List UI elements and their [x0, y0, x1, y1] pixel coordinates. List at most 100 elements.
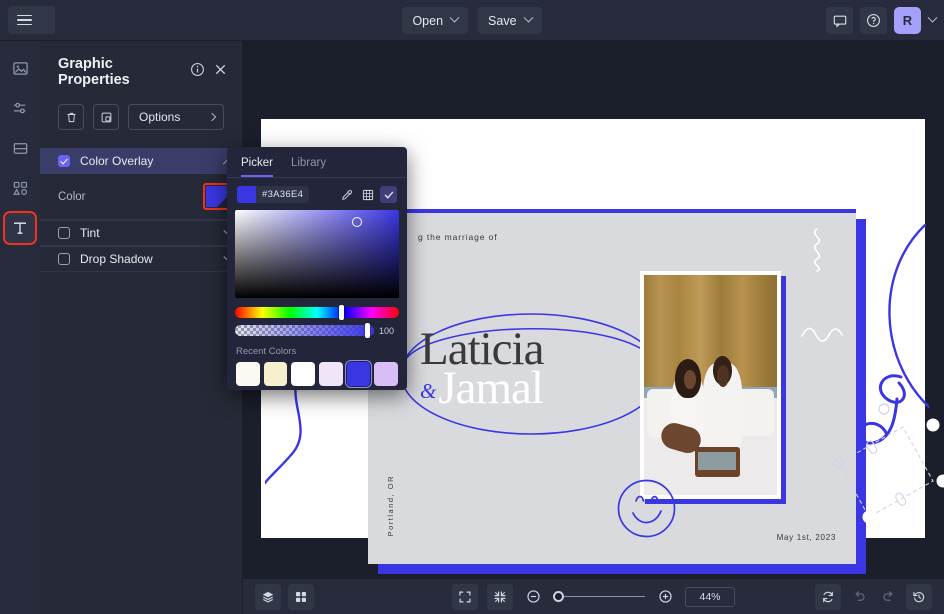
- fit-selection-icon: [494, 590, 506, 603]
- recent-color-swatch[interactable]: [236, 362, 260, 386]
- history-icon: [913, 591, 925, 602]
- alpha-slider-handle[interactable]: [365, 323, 370, 338]
- layout-icon: [13, 142, 27, 154]
- section-tint[interactable]: Tint: [40, 220, 242, 246]
- alpha-slider-row: 100: [235, 323, 399, 338]
- recent-color-swatch[interactable]: [263, 362, 288, 386]
- panel-close-button[interactable]: [213, 62, 228, 82]
- sidebar-item-layout-tool[interactable]: [5, 133, 35, 163]
- history-button[interactable]: [906, 583, 932, 610]
- zoom-level[interactable]: 44%: [685, 586, 735, 607]
- blue-arc-right-decoration: [888, 223, 929, 409]
- color-swatch-button[interactable]: [203, 183, 230, 210]
- color-overlay-checkbox[interactable]: [58, 155, 70, 167]
- confirm-color-button[interactable]: [380, 186, 397, 203]
- picker-actions: [338, 186, 397, 203]
- hue-slider[interactable]: [235, 305, 399, 320]
- grid-view-button[interactable]: [288, 583, 314, 610]
- undo-icon: [854, 591, 865, 601]
- resize-handle: [926, 418, 940, 432]
- chevron-right-icon: [207, 112, 217, 122]
- zoom-in-icon: [658, 590, 672, 603]
- redo-button[interactable]: [877, 586, 899, 608]
- alpha-slider[interactable]: [235, 323, 374, 338]
- color-picker-popover[interactable]: Picker Library #3A36E4 100 Recent Colors: [227, 147, 407, 390]
- panel-header: Graphic Properties: [40, 41, 242, 88]
- zoom-out-button[interactable]: [522, 586, 544, 608]
- chevron-down-icon: [523, 12, 533, 23]
- alpha-value: 100: [379, 325, 395, 336]
- hamburger-icon[interactable]: [17, 14, 32, 26]
- tab-picker[interactable]: Picker: [241, 157, 273, 177]
- recent-colors-label: Recent Colors: [236, 346, 297, 357]
- resize-handle: [936, 474, 944, 488]
- section-drop-shadow[interactable]: Drop Shadow: [40, 246, 242, 272]
- recent-color-swatch[interactable]: [374, 362, 399, 386]
- saturation-cursor[interactable]: [352, 217, 362, 227]
- eyedropper-button[interactable]: [338, 186, 355, 203]
- open-button[interactable]: Open: [402, 7, 469, 34]
- fit-screen-button[interactable]: [452, 583, 478, 610]
- open-label: Open: [412, 13, 444, 28]
- comment-button[interactable]: [826, 7, 853, 34]
- comment-icon: [833, 15, 846, 27]
- sliders-icon: [13, 102, 25, 113]
- top-bar-center: Open Save: [0, 0, 944, 41]
- sidebar-item-adjustments-tool[interactable]: [5, 93, 35, 123]
- hue-slider-handle[interactable]: [339, 305, 344, 320]
- effects-section-list: Color Overlay Color Tint Drop Shadow: [40, 148, 242, 272]
- close-x-icon: [215, 64, 226, 75]
- picker-hex-row: #3A36E4: [227, 178, 407, 210]
- panel-info-button[interactable]: [190, 62, 205, 82]
- help-button[interactable]: [860, 7, 887, 34]
- layers-button[interactable]: [255, 583, 281, 610]
- save-button[interactable]: Save: [478, 7, 542, 34]
- zoom-in-button[interactable]: [654, 586, 676, 608]
- duplicate-button[interactable]: [93, 104, 119, 130]
- fit-selection-button[interactable]: [487, 583, 513, 610]
- tab-library[interactable]: Library: [291, 157, 326, 177]
- smiley-face-decoration[interactable]: [615, 477, 678, 540]
- section-color-overlay[interactable]: Color Overlay: [40, 148, 242, 174]
- options-button[interactable]: Options: [128, 104, 224, 130]
- couple-photo[interactable]: [640, 271, 781, 499]
- drop-shadow-checkbox[interactable]: [58, 253, 70, 265]
- tint-checkbox[interactable]: [58, 227, 70, 239]
- zoom-slider[interactable]: [553, 590, 645, 604]
- zoom-slider-track: [553, 595, 645, 598]
- sidebar-item-shapes-tool[interactable]: [5, 173, 35, 203]
- recent-colors-list: [227, 360, 407, 388]
- recent-color-swatch-selected[interactable]: [344, 360, 373, 388]
- sidebar-item-image-tool[interactable]: [5, 53, 35, 83]
- invitation-card[interactable]: g the marriage of Laticia & Jamal Portla…: [368, 209, 856, 564]
- delete-button[interactable]: [58, 104, 84, 130]
- panel-tool-row: Options: [40, 88, 242, 130]
- brand-menu-button[interactable]: [8, 6, 55, 34]
- section-label: Color Overlay: [80, 154, 154, 168]
- redo-icon: [882, 591, 893, 601]
- hex-input[interactable]: #3A36E4: [237, 186, 310, 203]
- recent-color-swatch[interactable]: [291, 362, 316, 386]
- avatar[interactable]: R: [894, 7, 921, 34]
- avatar-initial: R: [902, 13, 913, 28]
- couple-names[interactable]: Laticia & Jamal: [420, 326, 544, 411]
- save-label: Save: [488, 13, 517, 28]
- white-wave-decoration: [801, 327, 843, 342]
- recent-color-swatch[interactable]: [319, 362, 343, 386]
- top-bar: Open Save R: [0, 0, 944, 41]
- zoom-slider-handle[interactable]: [553, 591, 564, 602]
- bottom-bar: 44%: [243, 578, 944, 614]
- top-bar-right: R: [826, 0, 938, 41]
- trash-icon: [66, 112, 76, 122]
- location-label: Portland, OR: [386, 474, 395, 536]
- undo-button[interactable]: [848, 586, 870, 608]
- grid-view-icon: [296, 591, 306, 602]
- avatar-chevron-down-icon[interactable]: [927, 12, 938, 23]
- sync-button[interactable]: [815, 583, 841, 610]
- saturation-value-area[interactable]: [235, 210, 399, 298]
- current-color-swatch: [237, 186, 256, 203]
- fit-screen-icon: [459, 590, 471, 603]
- sidebar-item-text-tool[interactable]: [3, 211, 37, 245]
- palette-grid-button[interactable]: [359, 186, 376, 203]
- bottom-bar-right: [815, 583, 932, 610]
